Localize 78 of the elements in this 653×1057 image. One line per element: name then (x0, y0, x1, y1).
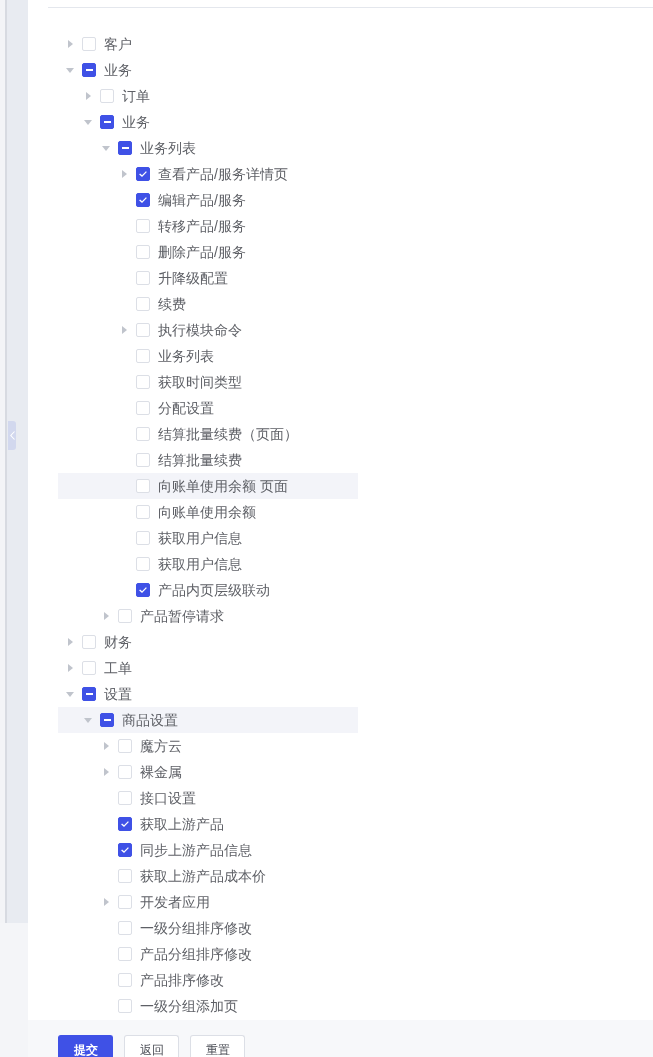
tree-node[interactable]: 工单 (58, 655, 358, 681)
checkbox[interactable] (100, 713, 114, 727)
checkmark-icon (121, 847, 129, 853)
dash-icon (85, 693, 93, 695)
checkmark-icon (139, 587, 147, 593)
checkmark-icon (139, 197, 147, 203)
tree-node[interactable]: 产品内页层级联动 (58, 577, 358, 603)
tree-node[interactable]: 查看产品/服务详情页 (58, 161, 358, 187)
submit-button[interactable]: 提交 (58, 1035, 113, 1057)
tree-node[interactable]: 接口设置 (58, 785, 358, 811)
dash-icon (121, 147, 129, 149)
chevron-left-icon (9, 431, 15, 440)
caret-right-icon[interactable] (103, 612, 109, 620)
caret-down-icon[interactable] (66, 691, 74, 697)
checkmark-icon (121, 821, 129, 827)
checkbox[interactable] (118, 843, 132, 857)
tree-node[interactable]: 产品排序修改 (58, 967, 358, 993)
tree-node[interactable]: 业务列表 (58, 135, 358, 161)
tree-node[interactable]: 业务 (58, 57, 358, 83)
tree-node[interactable]: 同步上游产品信息 (58, 837, 358, 863)
tree-node[interactable]: 执行模块命令 (58, 317, 358, 343)
tree-node[interactable]: 续费 (58, 291, 358, 317)
tree-node[interactable]: 获取用户信息 (58, 551, 358, 577)
tree-node[interactable]: 客户 (58, 31, 358, 57)
checkbox[interactable] (82, 687, 96, 701)
caret-right-icon[interactable] (121, 170, 127, 178)
caret-right-icon[interactable] (103, 768, 109, 776)
tree-node[interactable]: 一级分组排序修改 (58, 915, 358, 941)
caret-right-icon[interactable] (67, 40, 73, 48)
tree-node[interactable]: 产品暂停请求 (58, 603, 358, 629)
collapse-tab[interactable] (8, 421, 16, 450)
tree-node[interactable]: 获取时间类型 (58, 369, 358, 395)
tree-node[interactable]: 商品设置 (58, 707, 358, 733)
tree-node[interactable]: 分配设置 (58, 395, 358, 421)
tree-node[interactable]: 删除产品/服务 (58, 239, 358, 265)
tree-node[interactable]: 产品分组排序修改 (58, 941, 358, 967)
caret-down-icon[interactable] (84, 717, 92, 723)
checkbox[interactable] (100, 115, 114, 129)
checkbox[interactable] (82, 63, 96, 77)
tree-node[interactable]: 开发者应用 (58, 889, 358, 915)
tree-node[interactable]: 编辑产品/服务 (58, 187, 358, 213)
tree-node[interactable]: 升降级配置 (58, 265, 358, 291)
tree-node[interactable]: 结算批量续费 (58, 447, 358, 473)
caret-down-icon[interactable] (66, 67, 74, 73)
tree-node[interactable]: 向账单使用余额 (58, 499, 358, 525)
tree-node[interactable]: 设置 (58, 681, 358, 707)
tree-node[interactable]: 结算批量续费（页面） (58, 421, 358, 447)
checkbox[interactable] (118, 817, 132, 831)
dash-icon (103, 719, 111, 721)
tree-node[interactable]: 裸金属 (58, 759, 358, 785)
caret-right-icon[interactable] (85, 92, 91, 100)
tree-node[interactable]: 一级分组添加页 (58, 993, 358, 1019)
back-button[interactable]: 返回 (124, 1035, 179, 1057)
tree-node[interactable]: 魔方云 (58, 733, 358, 759)
checkbox[interactable] (136, 193, 150, 207)
tree-node[interactable]: 财务 (58, 629, 358, 655)
tree-node[interactable]: 获取上游产品 (58, 811, 358, 837)
checkbox[interactable] (118, 141, 132, 155)
checkbox[interactable] (136, 167, 150, 181)
caret-right-icon[interactable] (103, 898, 109, 906)
caret-down-icon[interactable] (84, 119, 92, 125)
caret-right-icon[interactable] (103, 742, 109, 750)
tree-node[interactable]: 转移产品/服务 (58, 213, 358, 239)
tree-node[interactable]: 订单 (58, 83, 358, 109)
tree-node[interactable]: 业务 (58, 109, 358, 135)
dash-icon (85, 69, 93, 71)
tree-node[interactable]: 业务列表 (58, 343, 358, 369)
caret-right-icon[interactable] (67, 638, 73, 646)
tree-node[interactable]: 获取用户信息 (58, 525, 358, 551)
reset-button[interactable]: 重置 (190, 1035, 245, 1057)
tree-node[interactable]: 向账单使用余额 页面 (58, 473, 358, 499)
dash-icon (103, 121, 111, 123)
tree-node[interactable]: 获取上游产品成本价 (58, 863, 358, 889)
checkbox[interactable] (136, 583, 150, 597)
checkmark-icon (139, 171, 147, 177)
caret-right-icon[interactable] (121, 326, 127, 334)
caret-down-icon[interactable] (102, 145, 110, 151)
caret-right-icon[interactable] (67, 664, 73, 672)
